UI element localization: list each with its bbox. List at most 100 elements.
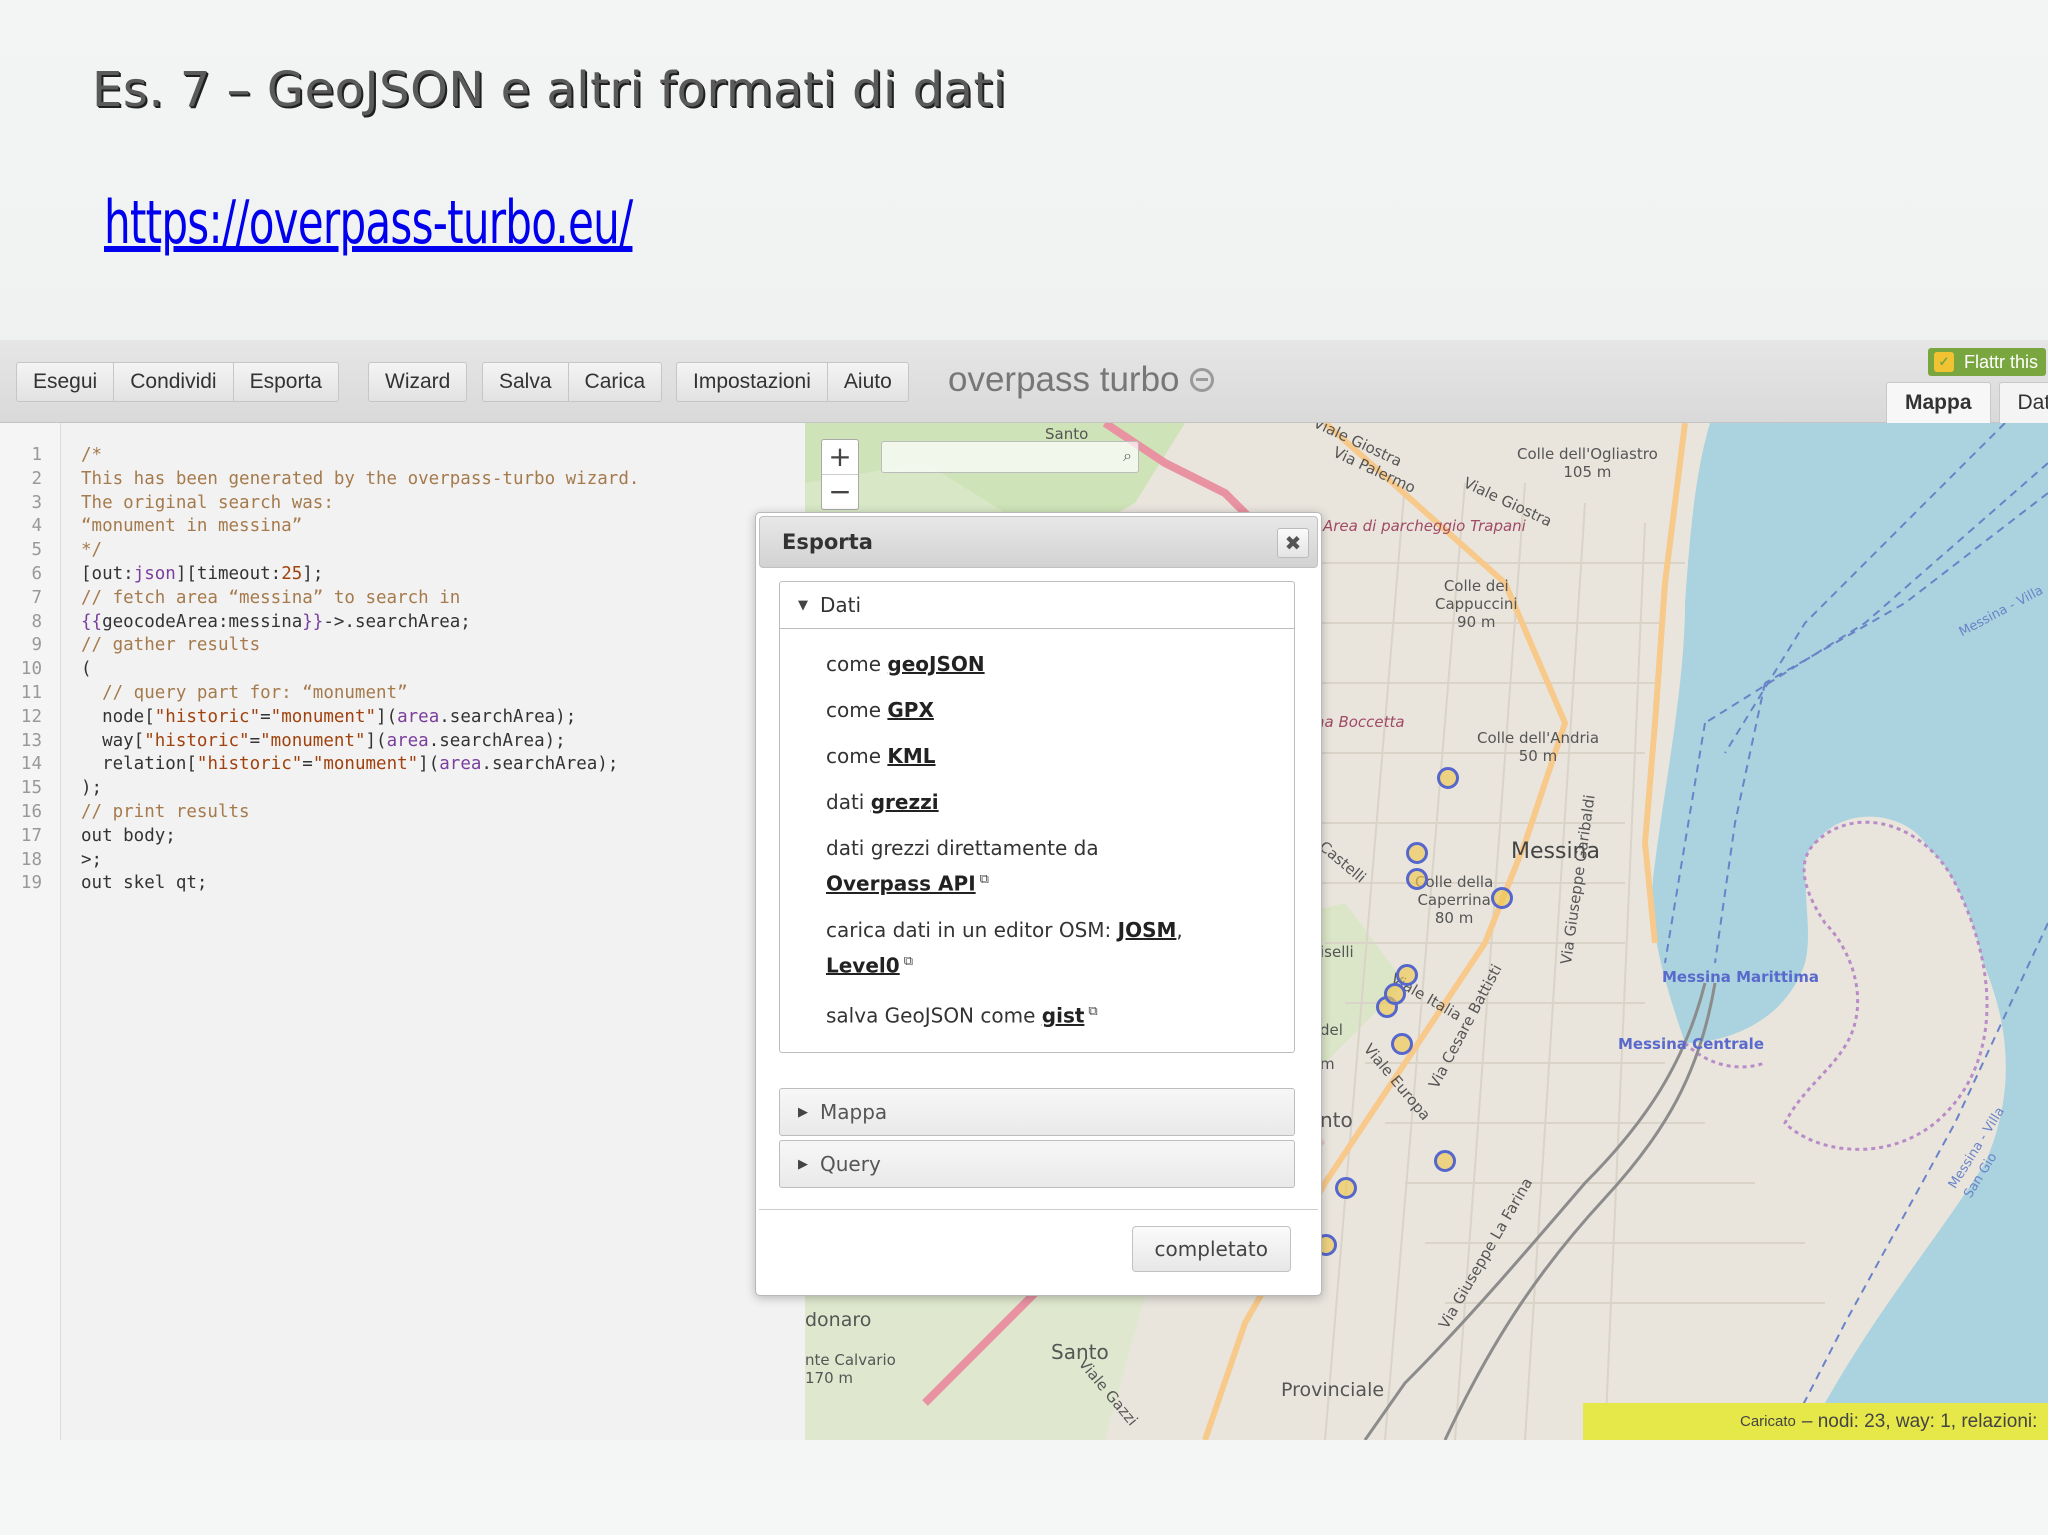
- section-map-header[interactable]: ▶ Mappa: [780, 1089, 1294, 1135]
- map-label: Messina Centrale: [1618, 1035, 1764, 1053]
- code-token: node[: [81, 706, 155, 727]
- code-line: 18 >;: [0, 850, 805, 874]
- overpass-link[interactable]: https://overpass-turbo.eu/: [104, 188, 633, 258]
- code-token: // query part for: “monument”: [81, 682, 408, 703]
- brand-name: overpass turbo: [948, 360, 1180, 399]
- code-token: out skel qt;: [81, 873, 208, 894]
- overpass-turbo-app: Esegui Condividi Esporta Wizard Salva Ca…: [0, 340, 2048, 1440]
- tab-map[interactable]: Mappa: [1886, 382, 1991, 423]
- raw-data-link[interactable]: grezzi: [871, 790, 939, 814]
- section-query-header[interactable]: ▶ Query: [780, 1141, 1294, 1187]
- level0-link[interactable]: Level0: [826, 953, 900, 977]
- section-query[interactable]: ▶ Query: [779, 1140, 1295, 1188]
- line-number: 9: [31, 635, 42, 656]
- code-token: "historic": [144, 730, 250, 751]
- code-line: 17 out body;: [0, 826, 805, 850]
- export-raw-row: dati grezzi: [826, 787, 1248, 818]
- code-token: "monument": [312, 754, 419, 775]
- dialog-titlebar: Esporta ✖: [759, 516, 1318, 568]
- line-number: 1: [31, 445, 42, 465]
- code-token: .searchArea);: [439, 706, 577, 727]
- monument-marker[interactable]: [1405, 842, 1428, 865]
- section-data: ▼ Dati come geoJSON come GPX come KML da…: [779, 581, 1295, 1053]
- code-text: // gather results: [81, 635, 260, 655]
- code-token: area: [386, 730, 429, 751]
- flattr-button[interactable]: ✓ Flattr this: [1928, 348, 2047, 376]
- export-gpx-row: come GPX: [826, 695, 1248, 726]
- line-number: 17: [20, 825, 42, 846]
- code-text: out body;: [81, 826, 176, 846]
- export-api-row: dati grezzi direttamente da Overpass API…: [826, 833, 1248, 900]
- line-number: 3: [31, 492, 42, 513]
- export-kml-row: come KML: [826, 741, 1248, 772]
- map-label: Provinciale: [1281, 1379, 1385, 1401]
- load-button[interactable]: Carica: [567, 362, 663, 402]
- settings-button[interactable]: Impostazioni: [676, 362, 828, 402]
- monument-marker[interactable]: [1405, 868, 1428, 890]
- export-geojson-row: come geoJSON: [826, 649, 1248, 680]
- section-map[interactable]: ▶ Mappa: [779, 1088, 1295, 1136]
- map-label: m: [1320, 1055, 1335, 1073]
- code-token: ](: [376, 706, 398, 727]
- code-token: The original search was:: [81, 492, 334, 513]
- code-token: area: [439, 754, 482, 775]
- dialog-title: Esporta: [782, 530, 873, 554]
- tab-data[interactable]: Dati: [1998, 382, 2048, 423]
- row-comma: ,: [1176, 917, 1183, 942]
- monument-marker[interactable]: [1395, 964, 1418, 986]
- help-button[interactable]: Aiuto: [826, 362, 909, 402]
- line-number: 10: [20, 659, 42, 680]
- josm-link[interactable]: JOSM: [1118, 918, 1177, 942]
- code-line: 2 This has been generated by the overpass…: [0, 469, 805, 493]
- kml-link[interactable]: KML: [887, 744, 935, 768]
- line-number: 15: [20, 778, 42, 799]
- line-number: 16: [20, 801, 42, 822]
- code-token: .searchArea);: [428, 730, 566, 751]
- code-token: );: [81, 778, 103, 799]
- row-label: dati grezzi direttamente da: [826, 836, 1099, 860]
- gpx-link[interactable]: GPX: [887, 698, 934, 722]
- save-button[interactable]: Salva: [482, 362, 569, 402]
- map-search-input[interactable]: ⌕: [881, 441, 1139, 473]
- code-text: This has been generated by the overpass-…: [81, 469, 639, 489]
- code-token: // fetch area “messina” to search in: [81, 587, 461, 608]
- code-text: node["historic"="monument"](area.searchA…: [81, 707, 576, 727]
- gist-link[interactable]: gist: [1042, 1004, 1085, 1028]
- zoom-out-button[interactable]: −: [822, 475, 858, 509]
- map-label: del: [1320, 1021, 1343, 1039]
- code-token: // gather results: [81, 635, 261, 656]
- wizard-button[interactable]: Wizard: [368, 362, 468, 402]
- share-button[interactable]: Condividi: [113, 362, 234, 402]
- monument-marker[interactable]: [1436, 767, 1459, 790]
- map-label: Area di parcheggio Trapani: [1323, 517, 1526, 535]
- monument-marker[interactable]: [1434, 1149, 1457, 1172]
- run-button[interactable]: Esegui: [16, 362, 115, 402]
- code-token: {{: [81, 611, 103, 632]
- done-button[interactable]: completato: [1131, 1226, 1291, 1272]
- map-label: Colle dell'Andria 50 m: [1477, 729, 1600, 765]
- flattr-label: Flattr this: [1964, 351, 2039, 372]
- map-label: Santo: [1045, 425, 1089, 443]
- map-label: nto: [1320, 1108, 1353, 1132]
- geojson-link[interactable]: geoJSON: [887, 652, 984, 676]
- code-token: }}: [302, 611, 324, 632]
- section-data-header[interactable]: ▼ Dati: [780, 582, 1294, 629]
- export-gist-row: salva GeoJSON come gist ⧉: [826, 996, 1248, 1032]
- code-text: // print results: [81, 802, 250, 822]
- code-text: relation["historic"="monument"](area.sea…: [81, 754, 618, 774]
- overpass-api-link[interactable]: Overpass API: [826, 872, 976, 896]
- code-text: */: [81, 540, 102, 560]
- export-button[interactable]: Esporta: [232, 362, 339, 402]
- monument-marker[interactable]: [1334, 1176, 1357, 1199]
- code-text: // fetch area “messina” to search in: [81, 588, 460, 608]
- close-icon[interactable]: ✖: [1277, 528, 1309, 558]
- section-map-label: Mappa: [820, 1100, 888, 1124]
- code-text: “monument in messina”: [81, 516, 302, 536]
- code-area[interactable]: 1 /* 2 This has been generated by the overp…: [0, 445, 805, 897]
- line-number: 2: [31, 468, 42, 489]
- code-line: 8 {{geocodeArea:messina}}->.searchArea;: [0, 612, 805, 636]
- query-editor[interactable]: 1 /* 2 This has been generated by the overp…: [0, 423, 805, 1440]
- monument-marker[interactable]: [1390, 1032, 1413, 1055]
- zoom-in-button[interactable]: +: [822, 440, 858, 475]
- row-label: carica dati in un editor OSM:: [826, 917, 1118, 942]
